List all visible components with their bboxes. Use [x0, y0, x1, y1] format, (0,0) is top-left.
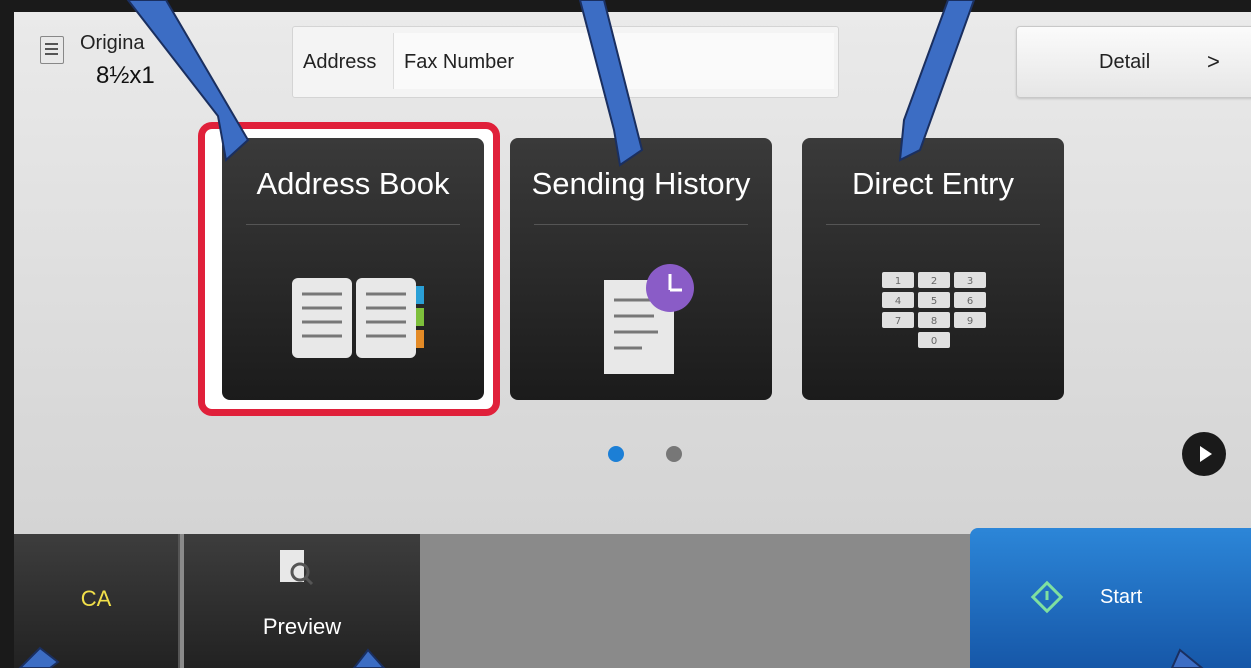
callout-arrow — [18, 646, 60, 668]
callout-arrow — [898, 0, 976, 162]
device-frame: Origina 8½x1 Address Fax Number Detail >… — [0, 0, 1251, 668]
callout-arrow — [126, 0, 250, 162]
callout-arrows — [18, 0, 1204, 668]
callout-arrow — [1170, 648, 1204, 668]
callout-arrow — [578, 0, 644, 167]
callout-arrow — [352, 648, 386, 668]
